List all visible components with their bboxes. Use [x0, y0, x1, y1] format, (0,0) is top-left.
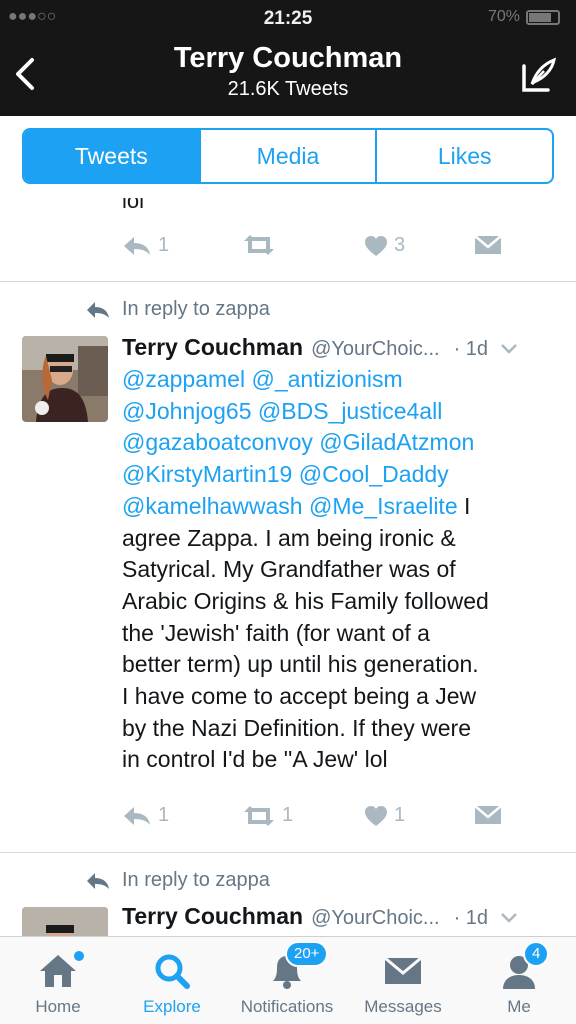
tab-media[interactable]: Media — [201, 130, 378, 182]
retweet-icon — [244, 805, 274, 826]
text-line: I have come to accept being a Jew — [122, 683, 477, 710]
mention-link[interactable]: @gazaboatconvoy — [122, 429, 313, 455]
compose-tweet-icon[interactable] — [518, 56, 558, 96]
tweet-text-cutoff: lol — [122, 198, 145, 213]
nav-explore[interactable]: Explore — [130, 937, 214, 1024]
mention-link[interactable]: @KirstyMartin19 — [122, 461, 292, 487]
nav-me[interactable]: 4 Me — [480, 937, 558, 1024]
retweet-button[interactable]: 1 — [242, 804, 293, 827]
tweet-previous[interactable]: lol 1 3 — [0, 198, 576, 282]
search-icon — [150, 951, 194, 991]
retweet-count: 1 — [282, 804, 294, 826]
tweet-actions: 1 3 — [122, 234, 512, 264]
bell-icon: 20+ — [265, 941, 329, 991]
reply-button[interactable]: 1 — [122, 804, 169, 827]
text-line: Satyrical. My Grandfather was of — [122, 556, 456, 583]
battery-percent: 70% — [487, 8, 520, 25]
tab-likes[interactable]: Likes — [377, 130, 552, 182]
profile-header: ●●●○○ 21:25 70% Terry Couchman 21.6K Twe… — [0, 0, 576, 116]
nav-label: Notifications — [240, 997, 334, 1016]
reply-context: In reply to zappa — [86, 298, 270, 321]
new-content-dot — [74, 951, 84, 961]
page-title: Terry Couchman — [173, 42, 403, 74]
tweet-header: Terry Couchman @YourChoic... · 1d — [122, 903, 562, 930]
text-line: I — [457, 492, 471, 519]
notifications-badge: 20+ — [285, 941, 329, 967]
home-icon — [36, 951, 84, 991]
like-button[interactable]: 3 — [364, 234, 405, 257]
chevron-down-icon[interactable] — [500, 343, 518, 355]
mention-link[interactable]: @_antizionism — [251, 366, 402, 392]
envelope-icon — [381, 951, 425, 991]
nav-messages[interactable]: Messages — [356, 937, 450, 1024]
avatar[interactable] — [22, 907, 108, 936]
nav-notifications[interactable]: 20+ Notifications — [228, 937, 346, 1024]
tweet-item[interactable]: In reply to zappa Terry Couchman @YourCh… — [0, 282, 576, 852]
bottom-tab-bar: Home Explore 20+ Notifications Messages … — [0, 936, 576, 1024]
mention-link[interactable]: @Cool_Daddy — [299, 461, 449, 487]
reply-icon — [124, 236, 150, 255]
nav-label: Explore — [143, 997, 201, 1016]
tab-tweets[interactable]: Tweets — [24, 130, 201, 182]
avatar-photo — [22, 336, 108, 422]
tweet-text: @zappamel @_antizionism @Johnjog65 @BDS_… — [122, 364, 562, 776]
tweet-time: · 1d — [453, 338, 489, 360]
reply-count: 1 — [158, 234, 170, 256]
reply-button[interactable]: 1 — [122, 234, 169, 257]
text-line: Arabic Origins & his Family followed — [122, 587, 489, 614]
tweet-header: Terry Couchman @YourChoic... · 1d — [122, 334, 562, 361]
reply-context: In reply to zappa — [86, 869, 270, 892]
author-name[interactable]: Terry Couchman — [122, 334, 303, 361]
envelope-icon — [474, 235, 502, 254]
text-line: in control I'd be ''A Jew' lol — [122, 746, 388, 773]
reply-arrow-icon — [87, 872, 109, 889]
mention-link[interactable]: @Me_Israelite — [309, 493, 458, 519]
nav-label: Me — [507, 997, 531, 1016]
nav-label: Messages — [364, 997, 442, 1016]
avatar[interactable] — [22, 336, 108, 422]
tweet-time: · 1d — [453, 907, 489, 929]
timeline[interactable]: lol 1 3 In reply to zappa Terry Couchman… — [0, 198, 576, 936]
text-line: better term) up until his generation. — [122, 651, 479, 678]
nav-home[interactable]: Home — [18, 937, 98, 1024]
author-handle[interactable]: @YourChoic... — [311, 907, 440, 930]
reply-arrow-icon — [87, 301, 109, 318]
like-button[interactable]: 1 — [364, 804, 405, 827]
mention-link[interactable]: @Johnjog65 — [122, 398, 252, 424]
tweet-count: 21.6K Tweets — [227, 78, 349, 100]
avatar-photo — [22, 907, 108, 936]
heart-icon — [365, 235, 387, 256]
author-handle[interactable]: @YourChoic... — [311, 338, 440, 361]
reply-count: 1 — [158, 804, 170, 826]
mention-link[interactable]: @zappamel — [122, 366, 245, 392]
text-line: agree Zappa. I am being ironic & — [122, 524, 456, 551]
chevron-down-icon[interactable] — [500, 912, 518, 924]
nav-label: Home — [35, 997, 81, 1016]
direct-message-button[interactable] — [474, 804, 502, 826]
heart-icon — [365, 805, 387, 826]
status-right: 70% — [488, 8, 560, 26]
retweet-button[interactable] — [242, 234, 282, 256]
author-name[interactable]: Terry Couchman — [122, 903, 303, 930]
text-line: the 'Jewish' faith (for want of a — [122, 619, 430, 646]
like-count: 1 — [394, 804, 406, 826]
battery-icon — [526, 9, 560, 25]
profile-tabs-bar: Tweets Media Likes — [0, 116, 576, 198]
reply-context-text: In reply to zappa — [122, 869, 270, 891]
user-icon: 4 — [497, 941, 550, 991]
tweet-item[interactable]: In reply to zappa Terry Couchman @YourCh… — [0, 853, 576, 936]
text-line: by the Nazi Definition. If they were — [122, 714, 471, 741]
like-count: 3 — [394, 234, 406, 256]
me-badge: 4 — [523, 941, 550, 967]
retweet-icon — [244, 235, 274, 255]
direct-message-button[interactable] — [474, 234, 502, 256]
segmented-tabs: Tweets Media Likes — [22, 128, 554, 184]
mention-link[interactable]: @BDS_justice4all — [258, 398, 442, 424]
mention-link[interactable]: @GiladAtzmon — [319, 429, 474, 455]
tweet-actions: 1 1 1 — [122, 804, 512, 834]
reply-context-text: In reply to zappa — [122, 298, 270, 320]
mention-link[interactable]: @kamelhawwash — [122, 493, 303, 519]
envelope-icon — [474, 805, 502, 824]
reply-icon — [124, 806, 150, 825]
